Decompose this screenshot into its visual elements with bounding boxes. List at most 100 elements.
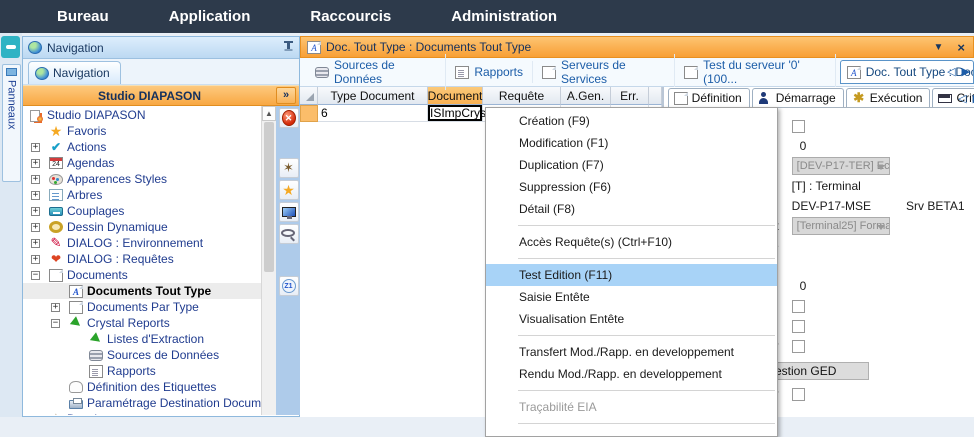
menu-separator — [518, 225, 775, 226]
tab-scroll-right-icon[interactable]: ▶ — [960, 64, 972, 79]
tree-item-agendas[interactable]: + Agendas — [23, 155, 261, 171]
menu-item-d-tail-f8-[interactable]: Détail (F8) — [486, 198, 777, 220]
tab-label: Sources de Données — [334, 58, 436, 86]
left-rail: Panneaux — [0, 33, 22, 417]
cell-type-document[interactable]: 6 — [318, 105, 428, 122]
scrollbar-thumb[interactable] — [264, 122, 274, 272]
detail-tab-d-marrage[interactable]: Démarrage — [752, 88, 844, 107]
expander-slot: + — [29, 191, 49, 200]
chevron-double-right-icon[interactable]: » — [276, 87, 296, 104]
tab-sources-de-donn-es[interactable]: Sources de Données — [306, 54, 446, 90]
menu-separator — [518, 423, 775, 424]
rail-collapse-button[interactable] — [1, 36, 20, 58]
checkbox-unchecked-icon[interactable] — [792, 300, 805, 313]
expander-slot: + — [29, 223, 49, 232]
page-icon — [49, 269, 63, 282]
palette-icon — [49, 174, 63, 185]
tool-compass-button[interactable]: ✶ — [279, 158, 299, 178]
expand-icon[interactable]: + — [31, 255, 40, 264]
tool-monitor-button[interactable] — [279, 202, 299, 222]
expand-icon[interactable]: + — [31, 415, 40, 416]
menu-item-application[interactable]: Application — [169, 8, 251, 25]
tree-item-dialog-environnement[interactable]: +✎DIALOG : Environnement — [23, 235, 261, 251]
page-icon — [69, 301, 83, 314]
tree-item-favoris[interactable]: ★Favoris — [23, 123, 261, 139]
expand-icon[interactable]: + — [31, 239, 40, 248]
tab-serveurs-de-services[interactable]: Serveurs de Services — [533, 54, 675, 90]
menu-item-modification-f1-[interactable]: Modification (F1) — [486, 132, 777, 154]
menu-item-suppression-f6-[interactable]: Suppression (F6) — [486, 176, 777, 198]
expand-icon[interactable]: + — [31, 159, 40, 168]
tool-close-red-button[interactable] — [279, 108, 299, 128]
table-corner-cell[interactable] — [300, 87, 318, 105]
detail-tab-ex-cution[interactable]: ✱Exécution — [846, 88, 931, 107]
menu-item-bureau[interactable]: Bureau — [57, 8, 109, 25]
tree-item-couplages[interactable]: +Couplages — [23, 203, 261, 219]
tree-item-dialog-requ-tes[interactable]: +❤DIALOG : Requêtes — [23, 251, 261, 267]
menu-item-administration[interactable]: Administration — [451, 8, 557, 25]
tab-scroll-right-icon[interactable]: ▶ — [971, 91, 974, 106]
menu-item-test-edition-f11-[interactable]: Test Edition (F11) — [486, 264, 777, 286]
menu-item-duplication-f7-[interactable]: Duplication (F7) — [486, 154, 777, 176]
detail-tab-d-finition[interactable]: Définition — [668, 88, 750, 107]
tool-star-button[interactable]: ★ — [279, 180, 299, 200]
checkbox-unchecked-icon[interactable] — [792, 388, 805, 401]
scroll-up-arrow-icon[interactable]: ▲ — [262, 106, 276, 121]
menu-item-cr-ation-f9-[interactable]: Création (F9) — [486, 110, 777, 132]
expand-icon[interactable]: + — [31, 191, 40, 200]
checkbox-unchecked-icon[interactable] — [792, 320, 805, 333]
tree-item-dessin-dynamique[interactable]: +Dessin Dynamique — [23, 219, 261, 235]
menu-separator — [518, 390, 775, 391]
tab-scroll-left-icon[interactable]: ◁ — [956, 91, 968, 106]
tree-item-documents[interactable]: −Documents — [23, 267, 261, 283]
tree-item-label: Définition des Etiquettes — [87, 380, 216, 394]
tree-item-studio-diapason[interactable]: Studio DIAPASON — [23, 107, 261, 123]
menu-item-rendu-mod-rapp-en-developpement[interactable]: Rendu Mod./Rapp. en developpement — [486, 363, 777, 385]
tree-scrollbar[interactable]: ▲ — [261, 106, 276, 415]
tab-rapports[interactable]: Rapports — [446, 61, 533, 83]
close-icon[interactable]: × — [957, 40, 965, 55]
menu-item-visualisation-ent-te[interactable]: Visualisation Entête — [486, 308, 777, 330]
tree-item-label: Agendas — [67, 156, 114, 170]
tab-navigation[interactable]: Navigation — [28, 61, 121, 84]
tree-item-listes-d-extraction[interactable]: Listes d'Extraction — [23, 331, 261, 347]
expand-icon[interactable]: + — [31, 175, 40, 184]
tree-item-actions[interactable]: +✔Actions — [23, 139, 261, 155]
dropdown-disabled[interactable]: [DEV-P17-TER] Ecran P' — [792, 157, 890, 175]
navigation-panel-header[interactable]: Navigation — [23, 37, 299, 59]
collapse-icon[interactable]: − — [31, 271, 40, 280]
cell-document[interactable]: ISImpCryst — [428, 105, 483, 122]
tree-item-documents-tout-type[interactable]: Documents Tout Type — [23, 283, 261, 299]
tree-item-dossiers[interactable]: +✶Dossiers — [23, 411, 261, 415]
tool-magnifier-button[interactable] — [279, 224, 299, 244]
tree-item-param-trage-destination-document[interactable]: Paramétrage Destination Document — [23, 395, 261, 411]
pin-icon[interactable] — [283, 41, 294, 54]
menu-item-acc-s-requ-te-s-ctrl-f10-[interactable]: Accès Requête(s) (Ctrl+F10) — [486, 231, 777, 253]
tree-item-crystal-reports[interactable]: −Crystal Reports — [23, 315, 261, 331]
collapse-icon[interactable]: − — [51, 319, 60, 328]
tree-item-documents-par-type[interactable]: +Documents Par Type — [23, 299, 261, 315]
tree-item-apparences-styles[interactable]: +Apparences Styles — [23, 171, 261, 187]
menu-item-transfert-mod-rapp-en-developpement[interactable]: Transfert Mod./Rapp. en developpement — [486, 341, 777, 363]
expand-icon[interactable]: + — [31, 223, 40, 232]
couplings-icon — [49, 207, 63, 216]
expand-icon[interactable]: + — [31, 143, 40, 152]
panneaux-vertical-tab[interactable]: Panneaux — [2, 64, 21, 182]
expand-icon[interactable]: + — [51, 303, 60, 312]
menu-item-saisie-ent-te[interactable]: Saisie Entête — [486, 286, 777, 308]
tree-item-d-finition-des-etiquettes[interactable]: Définition des Etiquettes — [23, 379, 261, 395]
menu-item-raccourcis[interactable]: Raccourcis — [310, 8, 391, 25]
page-icon — [542, 66, 556, 79]
row-selector[interactable] — [300, 105, 318, 122]
tab-scroll-left-icon[interactable]: ◁ — [945, 64, 957, 79]
tree-item-arbres[interactable]: +Arbres — [23, 187, 261, 203]
tree-item-rapports[interactable]: Rapports — [23, 363, 261, 379]
tree-item-sources-de-donn-es[interactable]: Sources de Données — [23, 347, 261, 363]
checkbox-unchecked-icon[interactable] — [792, 340, 805, 353]
expand-icon[interactable]: + — [31, 207, 40, 216]
tab-test-du-serveur-0-100-[interactable]: Test du serveur '0' (100... — [675, 54, 836, 90]
dropdown-disabled[interactable]: [Terminal25] Format impre — [792, 217, 890, 235]
dropdown-caret-icon[interactable]: ▼ — [934, 42, 944, 53]
tool-z1-button[interactable] — [279, 276, 299, 296]
checkbox-unchecked-icon[interactable] — [792, 120, 805, 133]
